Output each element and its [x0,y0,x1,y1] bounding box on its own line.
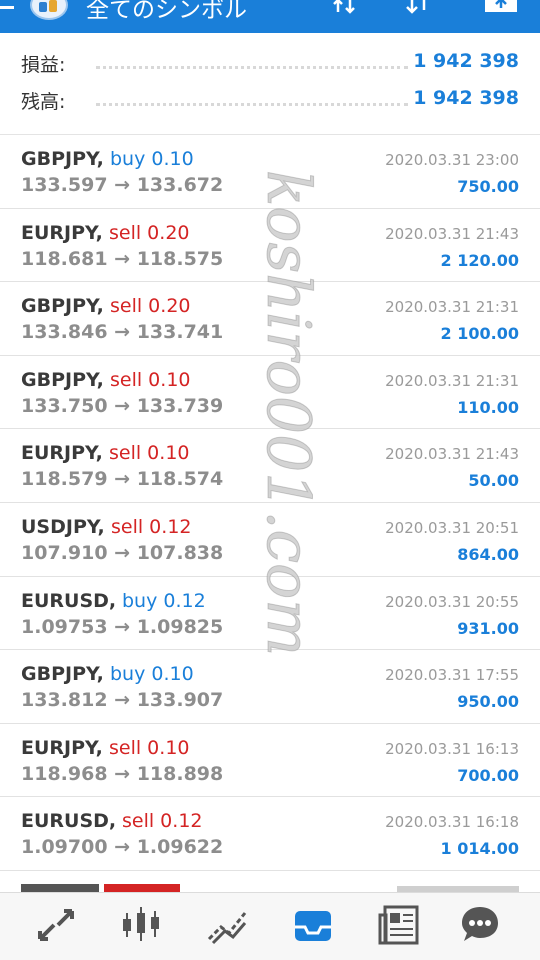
dotted-leader [96,103,408,106]
trade-row[interactable]: EURUSD, buy 0.12 1.09753 → 1.09825 2020.03.… [0,577,540,651]
export-icon[interactable] [484,0,518,22]
page-title[interactable]: 全てのシンボル [86,0,247,25]
trade-date: 2020.03.31 21:31 [385,371,519,390]
dotted-leader [96,66,408,69]
chat-bubble-icon[interactable] [458,903,502,947]
trade-type: sell 0.12 [122,810,203,833]
trade-symbol: EURUSD, [21,810,117,833]
trade-symbol: GBPJPY, [21,148,104,170]
trade-type: sell 0.10 [109,736,190,759]
trade-profit: 2 100.00 [440,324,519,344]
trade-type: sell 0.12 [111,515,192,538]
trade-row[interactable]: GBPJPY, sell 0.20 133.846 → 133.741 2020.03… [0,282,540,356]
trade-symbol: EURJPY, [21,221,103,244]
trade-type: sell 0.10 [110,368,191,391]
trade-date: 2020.03.31 21:43 [385,224,519,243]
trade-prices: 133.597 → 133.672 [21,174,224,196]
list-item-partial[interactable] [0,880,540,892]
trade-row[interactable]: EURUSD, sell 0.12 1.09700 → 1.09622 2020.03… [0,797,540,871]
news-icon[interactable] [377,903,421,947]
trade-profit: 50.00 [468,471,519,491]
trade-profit: 864.00 [457,544,519,564]
trade-row[interactable]: GBPJPY, buy 0.10 133.812 → 133.907 2020.03.… [0,650,540,724]
trade-type: buy 0.10 [110,148,194,170]
trade-row[interactable]: GBPJPY, sell 0.10 133.750 → 133.739 2020.03… [0,356,540,430]
trade-profit: 2 120.00 [440,250,519,270]
bottom-navigation [0,892,540,960]
trade-profit: 110.00 [457,397,519,417]
sort-icon[interactable] [402,0,436,22]
trade-type: sell 0.20 [109,221,190,244]
trade-profit: 950.00 [457,692,519,712]
trade-history-list[interactable]: GBPJPY, buy 0.10 133.597 → 133.672 2020.03.… [0,135,540,871]
app-logo [30,0,68,20]
trade-arrows-icon[interactable] [34,903,78,947]
trade-symbol: USDJPY, [21,515,105,538]
trade-prices: 118.681 → 118.575 [21,247,224,270]
trade-profit: 750.00 [457,177,519,196]
trade-symbol: EURUSD, [21,589,117,612]
swap-icon[interactable] [330,0,364,22]
trade-date: 2020.03.31 21:43 [385,445,519,464]
trade-symbol: GBPJPY, [21,295,104,318]
trade-prices: 107.910 → 107.838 [21,541,224,564]
trade-row[interactable]: EURJPY, sell 0.20 118.681 → 118.575 2020.03… [0,209,540,283]
trade-row[interactable]: EURJPY, sell 0.10 118.579 → 118.574 2020.03… [0,429,540,503]
balance-label: 残高: [21,91,66,113]
trade-date: 2020.03.31 17:55 [385,666,519,685]
profit-value: 1 942 398 [413,50,519,72]
trade-prices: 133.812 → 133.907 [21,689,224,712]
trade-type: sell 0.10 [109,442,190,465]
trade-row[interactable]: EURJPY, sell 0.10 118.968 → 118.898 2020.03… [0,724,540,798]
trade-prices: 118.579 → 118.574 [21,468,224,491]
trade-type: buy 0.12 [122,589,206,612]
trade-prices: 118.968 → 118.898 [21,762,224,785]
trade-date: 2020.03.31 16:18 [385,813,519,832]
trade-date: 2020.03.31 20:55 [385,592,519,611]
profit-label: 損益: [21,54,66,76]
trade-profit: 1 014.00 [440,839,519,859]
candlestick-chart-icon[interactable] [119,903,163,947]
account-summary: 損益: 1 942 398 残高: 1 942 398 [0,44,540,118]
trade-prices: 133.750 → 133.739 [21,394,224,417]
trade-date: 2020.03.31 21:31 [385,298,519,317]
balance-value: 1 942 398 [413,87,519,109]
trade-prices: 1.09700 → 1.09622 [21,836,224,859]
trade-row[interactable]: GBPJPY, buy 0.10 133.597 → 133.672 2020.03.… [0,135,540,209]
hamburger-icon[interactable] [0,6,14,9]
trade-prices: 133.846 → 133.741 [21,321,224,344]
trade-type: buy 0.10 [110,663,194,686]
profit-row: 損益: 1 942 398 [0,44,540,81]
trade-date: 2020.03.31 23:00 [385,151,519,169]
trend-line-icon[interactable] [205,903,249,947]
trade-symbol: GBPJPY, [21,663,104,686]
trade-row[interactable]: USDJPY, sell 0.12 107.910 → 107.838 2020.03… [0,503,540,577]
balance-row: 残高: 1 942 398 [0,81,540,118]
trade-symbol: EURJPY, [21,736,103,759]
inbox-history-icon[interactable] [291,903,335,947]
trade-symbol: EURJPY, [21,442,103,465]
trade-prices: 1.09753 → 1.09825 [21,615,224,638]
trade-type: sell 0.20 [110,295,191,318]
trade-profit: 931.00 [457,618,519,638]
trade-profit: 700.00 [457,765,519,785]
trade-date: 2020.03.31 16:13 [385,739,519,758]
trade-symbol: GBPJPY, [21,368,104,391]
top-app-bar: 全てのシンボル [0,0,540,33]
trade-date: 2020.03.31 20:51 [385,518,519,537]
